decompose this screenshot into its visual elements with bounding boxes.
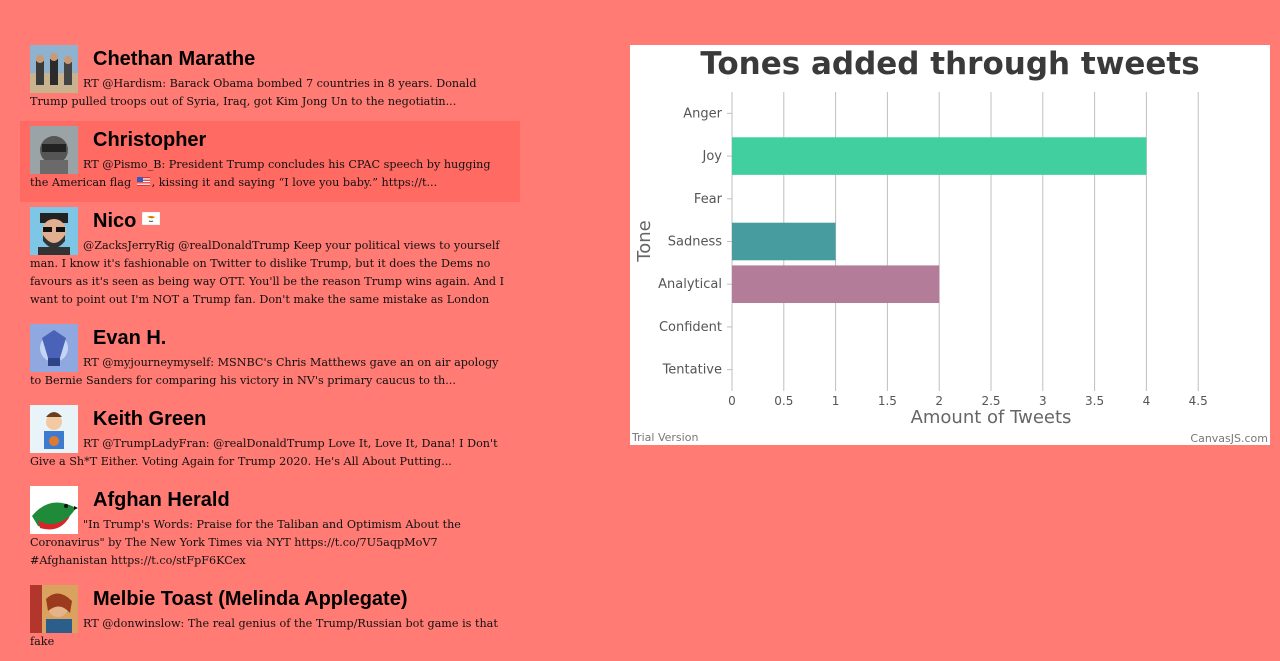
tweet-item[interactable]: Melbie Toast (Melinda Applegate) RT @don… xyxy=(20,580,520,661)
tweet-item[interactable]: Keith Green RT @TrumpLadyFran: @realDona… xyxy=(20,400,520,481)
tweet-item[interactable]: Chethan Marathe RT @Hardism: Barack Obam… xyxy=(20,40,520,121)
y-tick-label: Analytical xyxy=(658,277,722,292)
tweet-text: RT @donwinslow: The real genius of the T… xyxy=(30,617,498,648)
y-tick-label: Confident xyxy=(659,320,722,335)
tweet-author[interactable]: Evan H. xyxy=(93,324,510,354)
tweet-text: RT @Hardism: Barack Obama bombed 7 count… xyxy=(30,77,477,108)
tweet-author[interactable]: Afghan Herald xyxy=(93,486,510,516)
x-tick-label: 1 xyxy=(832,394,840,408)
tweet-text: @ZacksJerryRig @realDonaldTrump Keep you… xyxy=(30,239,505,306)
avatar xyxy=(30,45,78,93)
us-flag-icon xyxy=(136,177,150,186)
author-name: Nico xyxy=(93,210,137,232)
tweet-text-part: , kissing it and saying “I love you baby… xyxy=(151,176,438,189)
tweet-author[interactable]: Melbie Toast (Melinda Applegate) xyxy=(93,585,510,615)
x-tick-label: 2 xyxy=(935,394,943,408)
chart-title: Tones added through tweets xyxy=(700,46,1199,82)
x-tick-label: 0.5 xyxy=(774,394,793,408)
x-tick-label: 4.5 xyxy=(1189,394,1208,408)
avatar xyxy=(30,486,78,534)
avatar xyxy=(30,585,78,633)
tweet-author[interactable]: Christopher xyxy=(93,126,510,156)
chart-canvas: 0 0.5 1 1.5 2 2.5 3 3.5 4 4.5 Anger Joy Fear Sadness A… xyxy=(631,46,1268,445)
bar-sadness xyxy=(732,222,836,261)
tweet-item[interactable]: Nico @ZacksJerryRig @realDonaldTrump Kee… xyxy=(20,202,520,319)
x-tick-label: 0 xyxy=(728,394,736,408)
tweet-text: "In Trump's Words: Praise for the Taliba… xyxy=(30,518,461,567)
avatar xyxy=(30,324,78,372)
y-tick-label: Anger xyxy=(683,106,722,121)
bar-joy xyxy=(732,137,1147,175)
x-tick-label: 2.5 xyxy=(981,394,1000,408)
x-tick-label: 1.5 xyxy=(878,394,897,408)
avatar xyxy=(30,207,78,255)
bar-analytical xyxy=(732,265,940,304)
x-tick-label: 3 xyxy=(1039,394,1047,408)
tweet-feed: Chethan Marathe RT @Hardism: Barack Obam… xyxy=(20,40,520,661)
tweet-item[interactable]: Evan H. RT @myjourneymyself: MSNBC's Chr… xyxy=(20,319,520,400)
tweet-text: RT @Pismo_B: President Trump concludes h… xyxy=(30,156,510,192)
canvasjs-credit: CanvasJS.com xyxy=(1190,432,1268,445)
y-axis-title: Tone xyxy=(634,220,655,262)
tone-chart: 0 0.5 1 1.5 2 2.5 3 3.5 4 4.5 Anger Joy Fear Sadness A… xyxy=(630,45,1270,445)
y-tick-label: Sadness xyxy=(668,235,722,250)
tweet-author[interactable]: Keith Green xyxy=(93,405,510,435)
y-tick-label: Joy xyxy=(702,149,723,164)
avatar xyxy=(30,405,78,453)
y-tick-label: Tentative xyxy=(662,363,722,378)
y-tick-label: Fear xyxy=(694,192,723,207)
tweet-item[interactable]: Afghan Herald "In Trump's Words: Praise … xyxy=(20,481,520,580)
trial-watermark: Trial Version xyxy=(631,431,698,444)
x-tick-label: 3.5 xyxy=(1085,394,1104,408)
cyprus-flag-icon xyxy=(142,212,161,225)
tweet-author[interactable]: Chethan Marathe xyxy=(93,45,510,75)
tweet-item[interactable]: Christopher RT @Pismo_B: President Trump… xyxy=(20,121,520,202)
tweet-author[interactable]: Nico xyxy=(93,207,510,237)
avatar xyxy=(30,126,78,174)
tweet-text: RT @TrumpLadyFran: @realDonaldTrump Love… xyxy=(30,437,498,468)
tweet-text: RT @myjourneymyself: MSNBC's Chris Matth… xyxy=(30,356,499,387)
x-axis-title: Amount of Tweets xyxy=(911,407,1072,428)
x-tick-label: 4 xyxy=(1143,394,1151,408)
